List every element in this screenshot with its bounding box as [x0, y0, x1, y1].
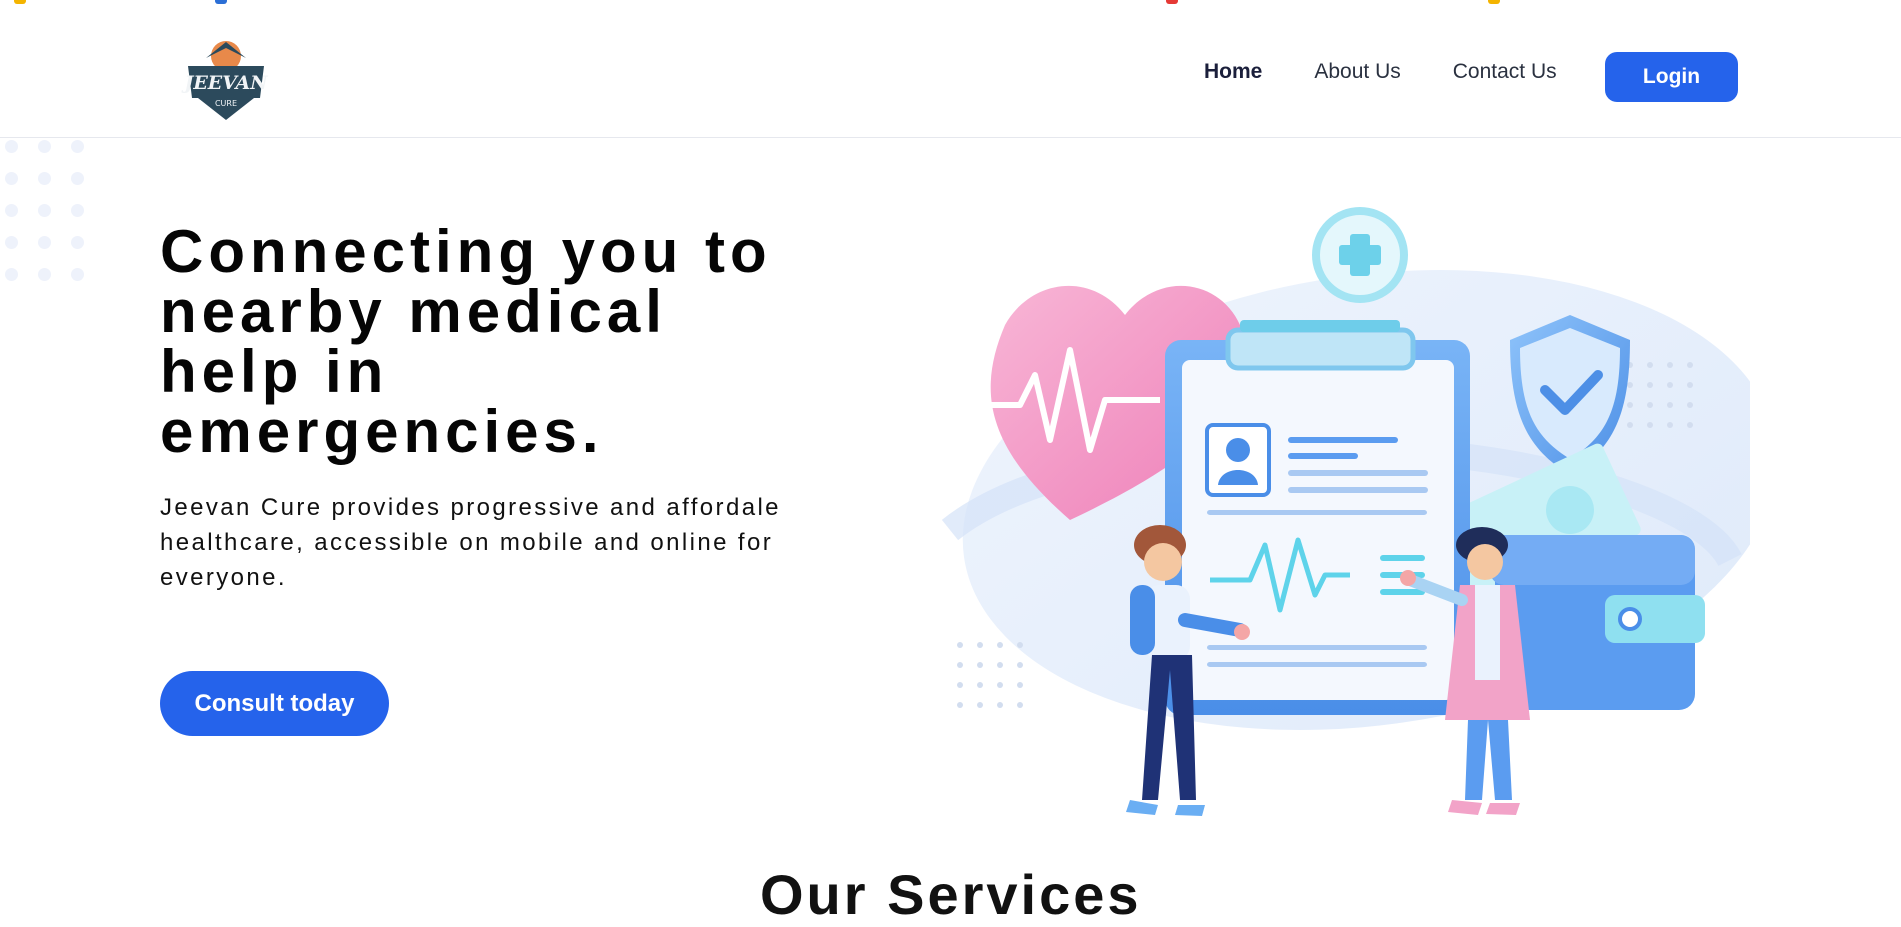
site-header: JEEVAN CURE Home About Us Contact Us Log… — [0, 6, 1901, 138]
hero-description: Jeevan Cure provides progressive and aff… — [160, 490, 860, 595]
logo-wordmark: JEEVAN — [181, 72, 268, 94]
hero-title: Connecting you to nearby medical help in… — [160, 222, 880, 462]
decorative-dot-grid — [5, 140, 85, 281]
main-nav: Home About Us Contact Us — [1204, 6, 1609, 137]
login-button[interactable]: Login — [1605, 52, 1738, 102]
hero-description-line: everyone. — [160, 564, 287, 591]
consult-today-button[interactable]: Consult today — [160, 671, 389, 736]
brand-logo[interactable]: JEEVAN CURE — [176, 36, 276, 124]
services-section-heading: Our Services — [760, 863, 1142, 926]
clipboard-icon — [1165, 320, 1470, 715]
hero-title-line: help in — [160, 338, 389, 405]
nav-about-link[interactable]: About Us — [1314, 60, 1400, 84]
hero-title-line: Connecting you to — [160, 218, 772, 285]
hero-title-line: nearby medical — [160, 278, 667, 345]
healthcare-illustration — [941, 207, 1750, 816]
medical-cross-icon — [1312, 207, 1408, 303]
hero-title-line: emergencies. — [160, 398, 604, 465]
nav-home-link[interactable]: Home — [1204, 60, 1262, 84]
logo-subtext: CURE — [215, 99, 237, 108]
nav-contact-link[interactable]: Contact Us — [1453, 60, 1557, 84]
hero-description-line: Jeevan Cure provides progressive and aff… — [160, 494, 781, 521]
hero-description-line: healthcare, accessible on mobile and onl… — [160, 529, 774, 556]
